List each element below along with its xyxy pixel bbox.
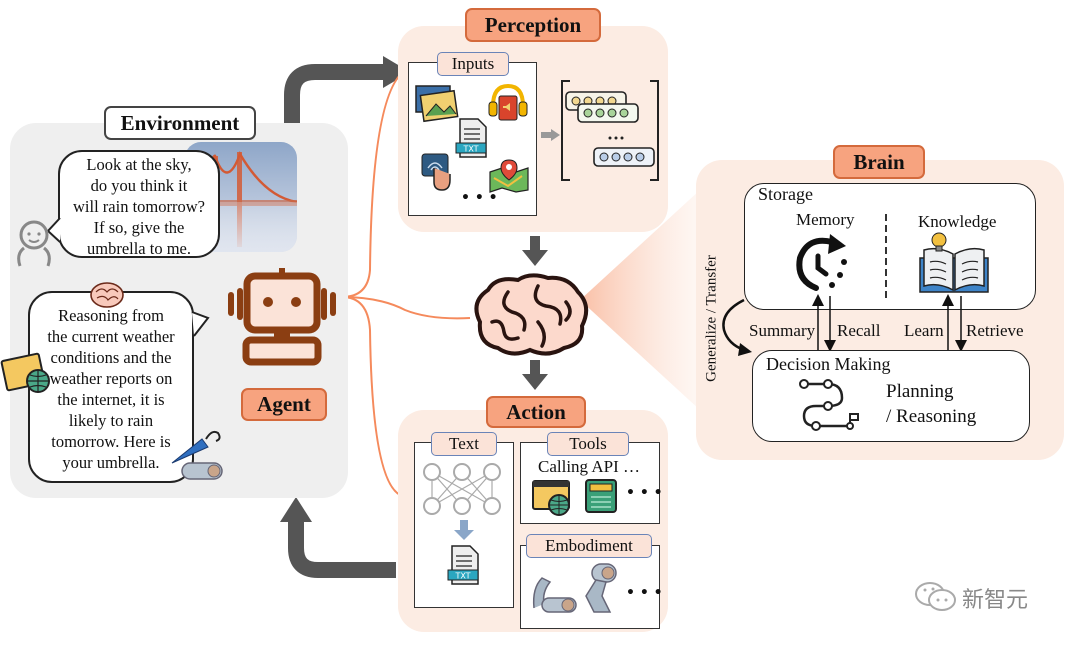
robot-leg-icon: [585, 563, 617, 613]
tools-ellipsis: • • •: [626, 485, 663, 501]
web-api-globe-icon: [532, 480, 570, 516]
decision-making-label: Decision Making: [766, 354, 891, 374]
wechat-logo-icon: [915, 582, 956, 611]
retrieve-label: Retrieve: [966, 321, 1024, 340]
planning-label: Planning: [886, 381, 954, 402]
embodiment-label: Embodiment: [526, 534, 652, 558]
learn-label: Learn: [904, 321, 944, 340]
generalize-transfer-label: Generalize / Transfer: [703, 255, 720, 382]
txt-output-file-icon: TXT: [447, 545, 479, 585]
embodiment-ellipsis: • • •: [626, 585, 663, 601]
planning-path-icon: [799, 379, 859, 431]
text-output-label: Text: [431, 432, 497, 456]
action-title: Action: [486, 396, 586, 428]
txt-output-label: TXT: [454, 572, 470, 581]
calculator-icon: [585, 479, 617, 513]
robot-arm-icon: [532, 577, 577, 613]
reasoning-label: / Reasoning: [886, 406, 977, 427]
recall-label: Recall: [837, 321, 881, 340]
neural-network-icon: [423, 463, 501, 515]
summary-label: Summary: [749, 321, 816, 340]
calling-api-label: Calling API …: [538, 457, 641, 476]
tools-label: Tools: [547, 432, 629, 456]
watermark-text: 新智元: [962, 588, 1029, 613]
down-arrow-icon: [454, 520, 474, 540]
